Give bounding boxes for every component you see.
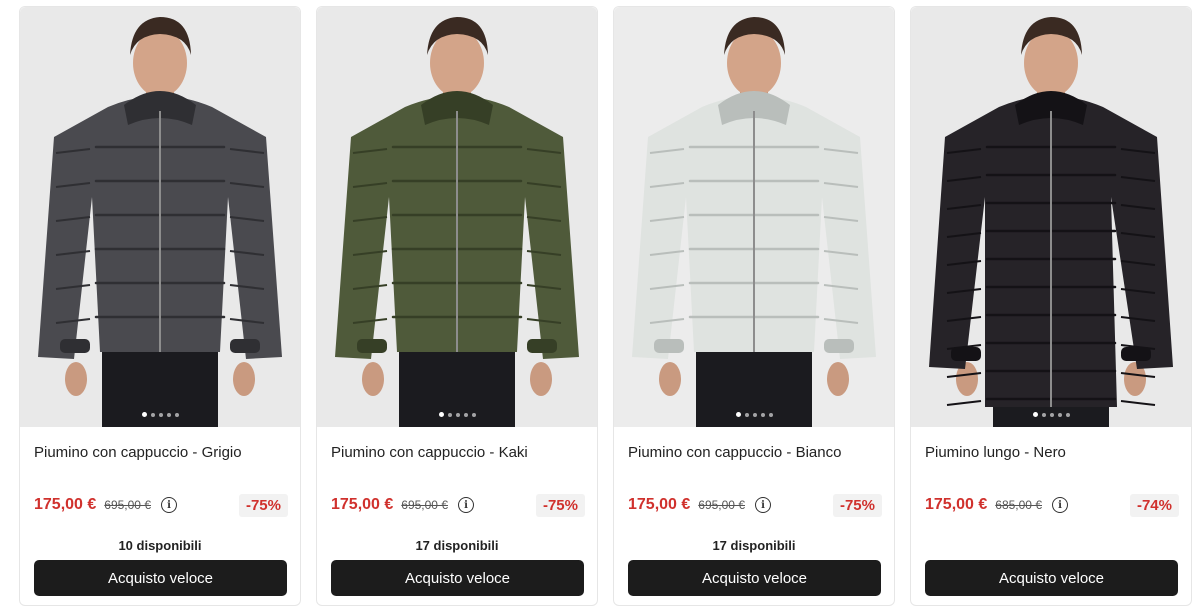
product-grid: Piumino con cappuccio - Grigio 175,00 € … <box>0 0 1200 606</box>
right-hand <box>827 362 849 396</box>
sale-price: 175,00 € <box>628 496 691 513</box>
carousel-dot[interactable] <box>1032 412 1038 417</box>
sale-price: 175,00 € <box>925 496 988 513</box>
carousel-dot[interactable] <box>158 412 163 417</box>
carousel-dot[interactable] <box>735 412 741 417</box>
carousel-dot[interactable] <box>455 412 460 417</box>
image-carousel-dots[interactable] <box>20 412 300 417</box>
info-icon[interactable]: i <box>161 497 177 513</box>
left-cuff <box>60 339 90 353</box>
product-image[interactable] <box>20 7 300 427</box>
right-hand <box>233 362 255 396</box>
carousel-dot[interactable] <box>1049 412 1054 417</box>
quick-buy-button[interactable]: Acquisto veloce <box>925 560 1178 596</box>
product-image[interactable] <box>614 7 894 427</box>
right-cuff <box>1121 347 1151 361</box>
left-cuff <box>951 347 981 361</box>
product-photo <box>20 7 300 427</box>
image-carousel-dots[interactable] <box>614 412 894 417</box>
left-hand <box>65 362 87 396</box>
price-row: 175,00 € 685,00 € i -74% <box>925 491 1179 519</box>
quick-buy-button[interactable]: Acquisto veloce <box>628 560 881 596</box>
carousel-dot[interactable] <box>438 412 444 417</box>
availability-text: 17 disponibili <box>415 538 499 553</box>
info-icon[interactable]: i <box>755 497 771 513</box>
carousel-dot[interactable] <box>1057 412 1062 417</box>
product-card[interactable]: Piumino con cappuccio - Bianco 175,00 € … <box>613 6 895 606</box>
price-row: 175,00 € 695,00 € i -75% <box>628 491 882 519</box>
carousel-dot[interactable] <box>760 412 765 417</box>
left-hand <box>362 362 384 396</box>
sale-price: 175,00 € <box>331 496 394 513</box>
carousel-dot[interactable] <box>150 412 155 417</box>
product-card[interactable]: Piumino con cappuccio - Kaki 175,00 € 69… <box>316 6 598 606</box>
carousel-dot[interactable] <box>141 412 147 417</box>
carousel-dot[interactable] <box>744 412 749 417</box>
price-row: 175,00 € 695,00 € i -75% <box>331 491 585 519</box>
sale-price: 175,00 € <box>34 496 97 513</box>
left-cuff <box>654 339 684 353</box>
carousel-dot[interactable] <box>471 412 476 417</box>
product-card[interactable]: Piumino lungo - Nero 175,00 € 685,00 € i… <box>910 6 1192 606</box>
product-image[interactable] <box>911 7 1191 427</box>
discount-badge: -75% <box>238 493 288 517</box>
product-title[interactable]: Piumino lungo - Nero <box>925 444 1066 461</box>
original-price: 695,00 € <box>104 498 151 512</box>
carousel-dot[interactable] <box>1041 412 1046 417</box>
discount-badge: -75% <box>832 493 882 517</box>
availability-text: 10 disponibili <box>118 538 202 553</box>
carousel-dot[interactable] <box>463 412 468 417</box>
right-hand <box>530 362 552 396</box>
product-photo <box>614 7 894 427</box>
discount-badge: -75% <box>535 493 585 517</box>
product-title[interactable]: Piumino con cappuccio - Grigio <box>34 444 242 461</box>
left-cuff <box>357 339 387 353</box>
image-carousel-dots[interactable] <box>911 412 1191 417</box>
product-title[interactable]: Piumino con cappuccio - Bianco <box>628 444 841 461</box>
original-price: 685,00 € <box>995 498 1042 512</box>
info-icon[interactable]: i <box>458 497 474 513</box>
carousel-dot[interactable] <box>166 412 171 417</box>
carousel-dot[interactable] <box>1065 412 1070 417</box>
image-carousel-dots[interactable] <box>317 412 597 417</box>
right-cuff <box>527 339 557 353</box>
product-card[interactable]: Piumino con cappuccio - Grigio 175,00 € … <box>19 6 301 606</box>
price-row: 175,00 € 695,00 € i -75% <box>34 491 288 519</box>
carousel-dot[interactable] <box>174 412 179 417</box>
quick-buy-button[interactable]: Acquisto veloce <box>34 560 287 596</box>
carousel-dot[interactable] <box>752 412 757 417</box>
carousel-dot[interactable] <box>768 412 773 417</box>
right-cuff <box>824 339 854 353</box>
original-price: 695,00 € <box>401 498 448 512</box>
product-title[interactable]: Piumino con cappuccio - Kaki <box>331 444 528 461</box>
availability-text: 17 disponibili <box>712 538 796 553</box>
original-price: 695,00 € <box>698 498 745 512</box>
info-icon[interactable]: i <box>1052 497 1068 513</box>
product-image[interactable] <box>317 7 597 427</box>
carousel-dot[interactable] <box>447 412 452 417</box>
product-photo <box>317 7 597 427</box>
right-cuff <box>230 339 260 353</box>
left-hand <box>659 362 681 396</box>
discount-badge: -74% <box>1129 493 1179 517</box>
product-photo <box>911 7 1191 427</box>
quick-buy-button[interactable]: Acquisto veloce <box>331 560 584 596</box>
